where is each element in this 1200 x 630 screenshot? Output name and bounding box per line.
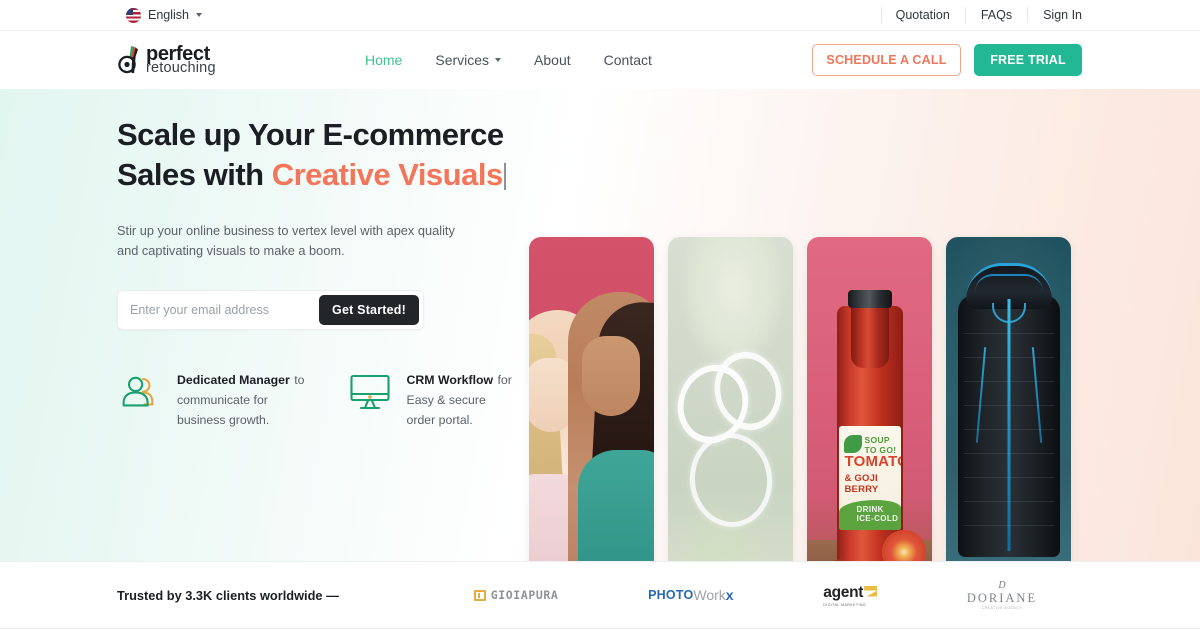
hero-section: Scale up Your E-commerce Sales with Crea…: [0, 89, 1200, 562]
gioiapura-wordmark: GIOIAPURA: [490, 588, 559, 602]
hero-features: Dedicated Manager to communicate for bus…: [117, 366, 517, 430]
model-brunette: [568, 292, 654, 561]
agent-swoosh-icon: [864, 585, 878, 597]
label-goji-berry: & GOJI BERRY: [844, 473, 879, 495]
nav-item-services[interactable]: Services: [435, 52, 502, 68]
nav-item-services-label: Services: [435, 52, 490, 68]
feature-title: Dedicated Manager: [177, 373, 290, 387]
photoworkx-part-2: Work: [693, 587, 726, 603]
get-started-button[interactable]: Get Started!: [319, 295, 419, 325]
free-trial-button[interactable]: FREE TRIAL: [974, 44, 1082, 76]
gioiapura-mark-icon: [473, 589, 486, 601]
site-logo[interactable]: perfect retouching: [118, 44, 216, 76]
landing-page: English Quotation FAQs Sign In perfect r…: [0, 0, 1200, 630]
top-utility-bar: English Quotation FAQs Sign In: [0, 0, 1200, 31]
agent-wordmark-row: agent: [823, 583, 878, 602]
photoworkx-part-1: PHOTO: [648, 588, 694, 602]
client-logos: GIOIAPURA PHOTO Work x agent DIGITAL MAR…: [339, 579, 1082, 610]
model-brunette-face: [582, 336, 640, 416]
photoworkx-logo: PHOTO Work x: [648, 587, 733, 603]
feature-text: Dedicated Manager to communicate for bus…: [177, 366, 320, 430]
leaf-icon: [843, 435, 862, 453]
nav-item-contact-label: Contact: [603, 52, 652, 68]
nav-item-about[interactable]: About: [534, 52, 571, 68]
label-soup-to-go: SOUP TO GO!: [864, 435, 897, 455]
top-link-sign-in[interactable]: Sign In: [1028, 7, 1082, 23]
page-title: Scale up Your E-commerce Sales with Crea…: [117, 115, 517, 195]
doriane-wordmark: DORIANE: [966, 590, 1038, 605]
feature-text: CRM Workflow for Easy & secure order por…: [407, 366, 517, 430]
nav-actions: SCHEDULE A CALL FREE TRIAL: [812, 44, 1082, 76]
puffer-jacket: [957, 263, 1060, 557]
bottle-cap: [847, 290, 892, 308]
chevron-down-icon: [196, 13, 202, 17]
agent-tagline: DIGITAL MARKETING: [823, 602, 867, 607]
headline-line-2-plain: Sales with: [117, 157, 272, 192]
top-link-faqs[interactable]: FAQs: [966, 7, 1029, 23]
chevron-down-icon: [495, 58, 502, 62]
top-links: Quotation FAQs Sign In: [880, 7, 1082, 23]
trusted-by-strip: Trusted by 3.3K clients worldwide — GIOI…: [0, 562, 1200, 629]
doriane-tagline: CREATIVE AGENCY: [981, 605, 1023, 610]
gioiapura-logo: GIOIAPURA: [473, 588, 559, 602]
hero-content: Scale up Your E-commerce Sales with Crea…: [117, 115, 517, 430]
hero-subtext: Stir up your online business to vertex l…: [117, 223, 455, 258]
email-input[interactable]: [130, 303, 320, 317]
feature-dedicated-manager: Dedicated Manager to communicate for bus…: [117, 366, 320, 430]
doriane-logo: D DORIANE CREATIVE AGENCY: [966, 579, 1038, 610]
feature-crm-workflow: CRM Workflow for Easy & secure order por…: [347, 366, 517, 430]
hero-image-gallery: SOUP TO GO! TOMATO & GOJI BERRY DRINK IC…: [529, 237, 1071, 561]
logo-line-2: retouching: [146, 59, 216, 76]
nav-item-contact[interactable]: Contact: [604, 52, 652, 68]
bottle-label: SOUP TO GO! TOMATO & GOJI BERRY DRINK IC…: [838, 426, 901, 530]
black-puffer-jacket-photo[interactable]: [946, 237, 1071, 561]
language-selector[interactable]: English: [126, 7, 202, 23]
dedicated-manager-people-icon: [117, 366, 163, 414]
main-navbar: perfect retouching Home Services About C…: [0, 31, 1200, 89]
photoworkx-part-3: x: [725, 587, 734, 603]
bottle-neck: [850, 304, 889, 368]
doriane-mark-icon: D: [998, 579, 1006, 591]
email-signup-form: Get Started!: [117, 290, 424, 330]
label-drink-ice-cold: DRINK ICE-COLD: [856, 505, 899, 523]
agent-wordmark: agent: [823, 583, 864, 601]
soup-bottle: SOUP TO GO! TOMATO & GOJI BERRY DRINK IC…: [836, 290, 903, 561]
crm-workflow-monitor-icon: [347, 366, 393, 414]
typing-cursor: [503, 163, 506, 190]
label-tomato: TOMATO: [844, 453, 901, 470]
nav-item-home-label: Home: [365, 52, 403, 68]
tomato-soup-bottle-photo[interactable]: SOUP TO GO! TOMATO & GOJI BERRY DRINK IC…: [807, 237, 932, 561]
language-label: English: [148, 8, 189, 22]
nav-item-home[interactable]: Home: [365, 52, 402, 68]
fashion-models-photo[interactable]: [529, 237, 654, 561]
nav-item-about-label: About: [534, 52, 571, 68]
diamond-ring-photo[interactable]: [668, 237, 793, 561]
model-brunette-top: [578, 450, 654, 561]
us-flag-icon: [126, 7, 141, 23]
logo-wordmark: perfect retouching: [146, 44, 216, 76]
headline-line-2-accent: Creative Visuals: [271, 157, 503, 192]
primary-menu: Home Services About Contact: [365, 52, 652, 68]
trusted-by-label: Trusted by 3.3K clients worldwide —: [117, 587, 339, 603]
perfect-retouching-logo-icon: [118, 44, 148, 76]
headline-line-1: Scale up Your E-commerce: [117, 117, 504, 152]
top-link-quotation[interactable]: Quotation: [880, 7, 966, 23]
jacket-quilting: [963, 333, 1054, 541]
agent-logo: agent DIGITAL MARKETING: [823, 583, 878, 607]
feature-title: CRM Workflow: [406, 373, 494, 387]
schedule-a-call-button[interactable]: SCHEDULE A CALL: [812, 44, 961, 76]
